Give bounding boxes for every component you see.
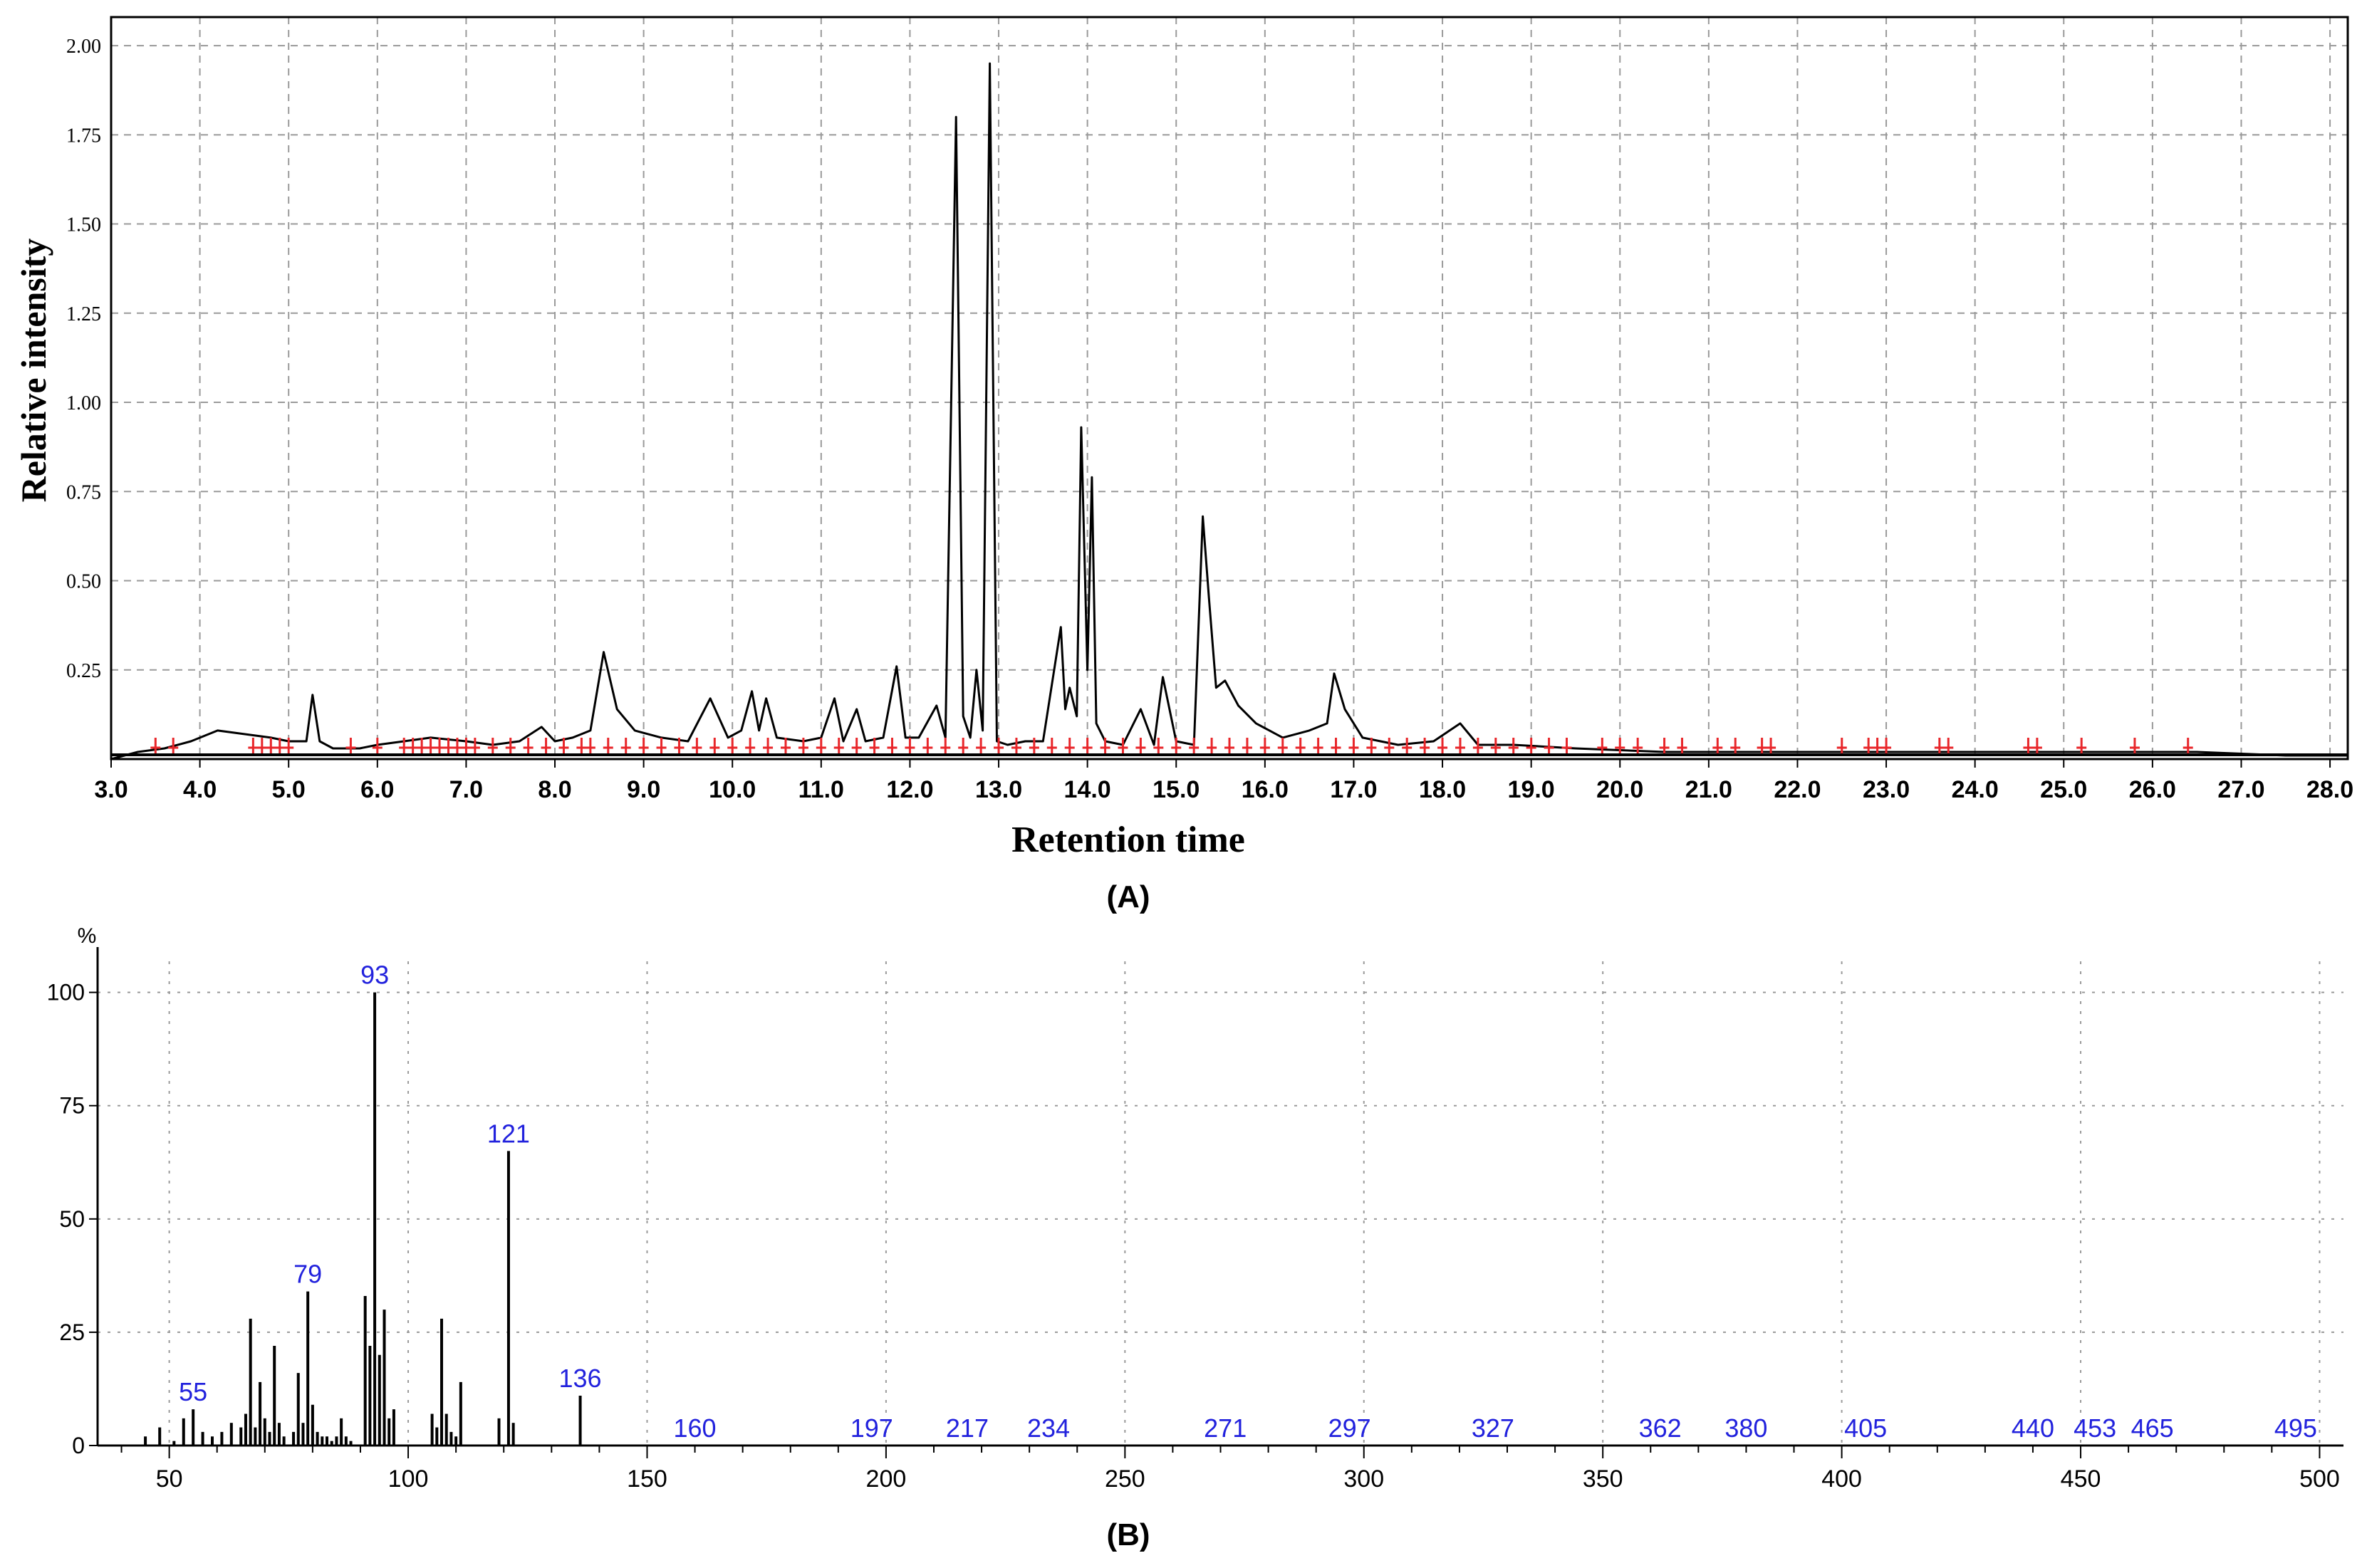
spectrum-x-tick-label: 450 [2061,1465,2101,1493]
x-tick-label: 5.0 [272,776,306,803]
peak-label: 362 [1639,1413,1682,1443]
spectrum-x-tick-label: 250 [1105,1465,1145,1493]
x-tick-label: 13.0 [975,776,1022,803]
spectrum-y-tick-label: 75 [59,1093,85,1119]
spectrum-bar-group [144,992,582,1446]
peak-label: 453 [2074,1413,2116,1443]
spectrum-x-tick-label: 300 [1343,1465,1384,1493]
peak-label: 160 [674,1413,717,1443]
x-tick-label: 11.0 [798,776,844,803]
peak-label: 79 [293,1260,322,1289]
peak-label: 234 [1027,1413,1070,1443]
x-tick-label: 20.0 [1596,776,1643,803]
peak-label: 440 [2012,1413,2054,1443]
panel-label-a: (A) [1106,879,1150,914]
peak-label: 121 [487,1119,530,1148]
chromatogram-plot-frame [110,16,2349,761]
x-tick-label: 4.0 [183,776,217,803]
chromatogram-chart: 3.0 4.0 5.0 6.0 7.0 8.0 9.0 10.0 11.0 12.0 13.0 14.… [14,16,2353,914]
peak-label: 405 [1844,1413,1887,1443]
chromatogram-line-group [110,62,2348,761]
x-axis-title: Retention time [1011,820,1245,860]
y-tick-label: 2.00 [66,36,101,58]
spectrum-y-tick-label: 0 [72,1433,85,1458]
peak-label: 495 [2274,1413,2317,1443]
peak-label: 465 [2131,1413,2174,1443]
y-tick-label: 1.50 [66,214,101,236]
y-tick-label: 1.00 [66,392,101,414]
spectrum-x-tick-label: 50 [156,1465,183,1493]
spectrum-x-tick-label: 150 [627,1465,667,1493]
x-tick-label: 25.0 [2040,776,2087,803]
x-tick-label: 8.0 [538,776,571,803]
peak-label: 136 [559,1364,602,1393]
spectrum-x-tick-label: 500 [2299,1465,2340,1493]
y-tick-label: 1.75 [66,125,101,147]
spectrum-grid [98,961,2343,1446]
spectrum-x-tick-label: 100 [388,1465,429,1493]
spectrum-y-tick-label: 50 [59,1206,85,1232]
peak-label: 217 [946,1413,989,1443]
y-axis-ticks: 0.25 0.50 0.75 1.00 1.25 1.50 1.75 2.00 [66,36,101,682]
peak-label: 197 [850,1413,893,1443]
spectrum-x-tick-label: 200 [866,1465,907,1493]
y-axis-title: Relative intensity [14,239,53,503]
x-tick-label: 18.0 [1419,776,1466,803]
peak-label: 297 [1328,1413,1371,1443]
x-tick-label: 14.0 [1064,776,1111,803]
spectrum-y-unit: % [78,926,97,948]
x-tick-label: 24.0 [1952,776,1999,803]
x-tick-label: 10.0 [709,776,756,803]
x-tick-label: 7.0 [449,776,483,803]
x-tick-label: 22.0 [1774,776,1821,803]
peak-label: 380 [1724,1413,1767,1443]
spectrum-x-ticks: 50 100 150 200 250 300 350 400 450 500 [120,1446,2340,1493]
spectrum-x-tick-label: 400 [1821,1465,1862,1493]
chromatogram-grid [110,17,2348,759]
x-tick-label: 9.0 [627,776,660,803]
x-tick-label: 15.0 [1153,776,1200,803]
peak-marker-group [150,738,2193,753]
x-tick-label: 17.0 [1330,776,1377,803]
panel-label-b: (B) [1106,1517,1150,1552]
peak-label: 271 [1204,1413,1247,1443]
y-tick-label: 0.50 [66,571,101,593]
x-tick-label: 6.0 [360,776,394,803]
x-tick-label: 19.0 [1508,776,1555,803]
y-tick-label: 0.75 [66,481,101,503]
spectrum-peak-labels: 55 79 93 121 136 160 197 217 234 271 297 327 362 380 4… [179,961,2317,1443]
peak-label: 55 [179,1377,207,1406]
spectrum-x-tick-label: 350 [1583,1465,1623,1493]
x-tick-label: 23.0 [1863,776,1910,803]
chromatogram-series-line [110,62,2348,761]
x-tick-label: 3.0 [94,776,128,803]
y-tick-label: 1.25 [66,303,101,325]
mass-spectrum-chart: 55 79 93 121 136 160 197 217 234 271 297 327 362 380 4… [47,926,2343,1552]
x-axis-ticks: 3.0 4.0 5.0 6.0 7.0 8.0 9.0 10.0 11.0 12.0 13.0 14.… [94,759,2353,803]
x-tick-label: 26.0 [2129,776,2176,803]
x-tick-label: 12.0 [886,776,933,803]
spectrum-y-tick-label: 25 [59,1319,85,1345]
spectrum-y-ticks: 0 25 50 75 100 [47,980,98,1458]
x-tick-label: 21.0 [1685,776,1732,803]
y-tick-label: 0.25 [66,660,101,682]
spectrum-y-tick-label: 100 [47,980,85,1005]
x-tick-label: 28.0 [2306,776,2353,803]
peak-label: 327 [1472,1413,1514,1443]
x-tick-label: 16.0 [1242,776,1289,803]
peak-label: 93 [360,961,389,990]
x-tick-label: 27.0 [2217,776,2264,803]
